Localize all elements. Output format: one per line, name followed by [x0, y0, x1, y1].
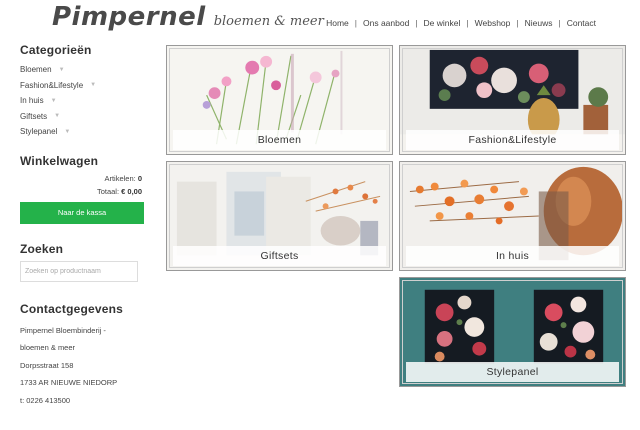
nav-webshop[interactable]: Webshop	[475, 18, 511, 28]
tile-label: Bloemen	[173, 130, 386, 150]
cart-total-row: Totaal: € 0,00	[20, 187, 142, 196]
category-list: Bloemen ▼ Fashion&Lifestyle ▼ In huis ▼ Gif…	[20, 62, 142, 140]
category-tile-bloemen[interactable]: Bloemen	[166, 45, 393, 155]
nav-separator: |	[354, 18, 357, 28]
category-tile-in-huis[interactable]: In huis	[399, 161, 626, 271]
contact-title: Contactgegevens	[20, 301, 124, 316]
category-tile-fashion-lifestyle[interactable]: Fashion&Lifestyle	[399, 45, 626, 155]
nav-separator: |	[466, 18, 469, 28]
tile-label: Stylepanel	[406, 362, 619, 382]
cart-items-value: 0	[137, 173, 142, 183]
chevron-down-icon: ▼	[54, 113, 61, 120]
nav-nieuws[interactable]: Nieuws	[525, 18, 553, 28]
category-label: Giftsets	[20, 111, 48, 121]
cart-title: Winkelwagen	[20, 153, 99, 168]
contact-details: Pimpernel Bloembinderij - bloemen & meer…	[20, 322, 142, 410]
category-label: Stylepanel	[20, 127, 58, 137]
category-label: Bloemen	[20, 65, 52, 75]
contact-line: Dorpsstraat 158	[20, 360, 74, 370]
logo-text: Pimpernel	[52, 2, 206, 32]
cart-items-label: Artikelen:	[104, 173, 136, 183]
tile-label: In huis	[406, 246, 619, 266]
nav-contact[interactable]: Contact	[567, 18, 596, 28]
category-label: In huis	[20, 96, 44, 106]
search-input[interactable]	[20, 260, 138, 282]
nav-separator: |	[415, 18, 418, 28]
cart-total-value: € 0,00	[121, 186, 142, 196]
category-item-fashion[interactable]: Fashion&Lifestyle ▼	[20, 78, 142, 94]
category-item-bloemen[interactable]: Bloemen ▼	[20, 62, 142, 78]
nav-home[interactable]: Home	[326, 18, 349, 28]
nav-de-winkel[interactable]: De winkel	[424, 18, 461, 28]
contact-line: bloemen & meer	[20, 343, 76, 352]
chevron-down-icon: ▼	[90, 82, 97, 89]
category-label: Fashion&Lifestyle	[20, 80, 84, 90]
category-tile-stylepanel[interactable]: Stylepanel	[399, 277, 626, 387]
search-title: Zoeken	[20, 241, 64, 256]
chevron-down-icon: ▼	[50, 97, 57, 104]
category-tile-giftsets[interactable]: Giftsets	[166, 161, 393, 271]
site-header: Pimpernel bloemen & meer Home | Ons aanb…	[0, 0, 640, 40]
contact-line: t: 0226 413500	[20, 395, 71, 405]
chevron-down-icon: ▼	[64, 128, 71, 135]
tile-label: Giftsets	[173, 246, 386, 266]
site-logo[interactable]: Pimpernel bloemen & meer	[52, 2, 324, 32]
contact-line: 1733 AR NIEUWE NIEDORP	[20, 378, 118, 387]
nav-separator: |	[516, 18, 519, 28]
contact-line: Pimpernel Bloembinderij -	[20, 325, 106, 335]
tile-label: Fashion&Lifestyle	[406, 130, 619, 150]
cart-items-row: Artikelen: 0	[20, 174, 142, 183]
nav-ons-aanbod[interactable]: Ons aanbod	[363, 18, 409, 28]
logo-tagline: bloemen & meer	[213, 14, 324, 29]
checkout-button[interactable]: Naar de kassa	[20, 201, 144, 224]
category-item-in-huis[interactable]: In huis ▼	[20, 93, 142, 109]
sidebar: Categorieën Bloemen ▼ Fashion&Lifestyle ▼ …	[20, 43, 144, 410]
nav-separator: |	[558, 18, 561, 28]
category-item-stylepanel[interactable]: Stylepanel ▼	[20, 124, 142, 140]
categories-title: Categorieën	[20, 43, 92, 57]
main-nav: Home | Ons aanbod | De winkel | Webshop …	[326, 18, 596, 28]
category-item-giftsets[interactable]: Giftsets ▼	[20, 109, 142, 125]
chevron-down-icon: ▼	[58, 66, 65, 73]
cart-total-label: Totaal:	[96, 186, 120, 196]
